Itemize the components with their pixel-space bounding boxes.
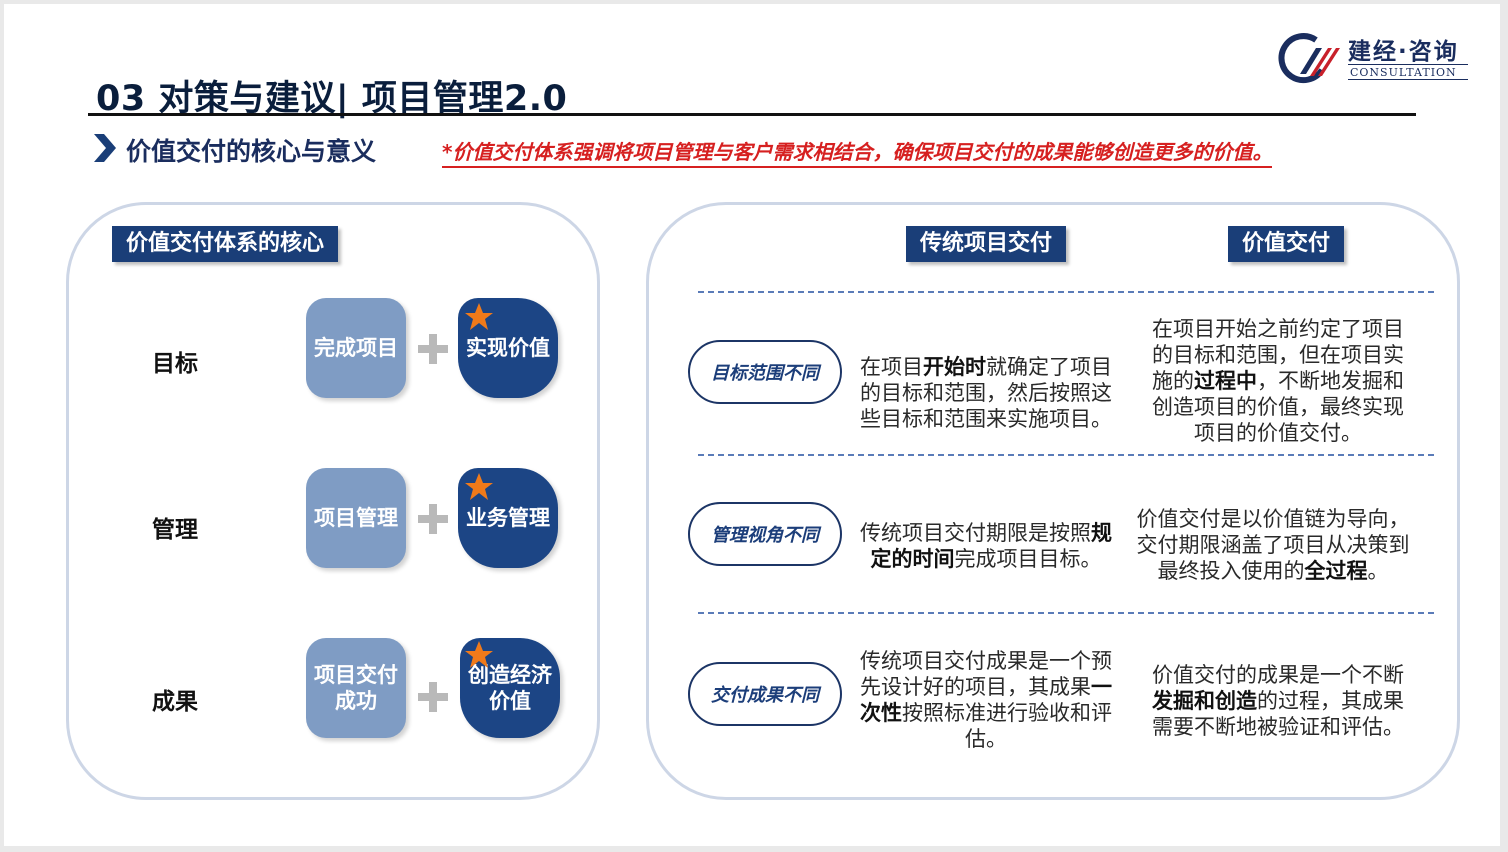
value-text-result: 价值交付的成果是一个不断发掘和创造的过程，其成果需要不断地被验证和评估。 [1152,663,1404,739]
plus-icon [418,682,448,712]
section-subtitle: 价值交付的核心与意义 [126,137,377,166]
base-box-goal: 完成项目 [306,298,406,398]
core-panel-tag: 价值交付体系的核心 [112,226,339,262]
plus-icon [418,334,448,364]
row-label-goal: 目标 [152,351,198,377]
traditional-text-scope: 在项目开始时就确定了项目的目标和范围，然后按照这些目标和范围来实施项目。 [860,355,1112,431]
aspect-pill-management: 管理视角不同 [688,502,842,566]
company-logo: 建经·咨询 CONSULTATION [1276,30,1476,88]
base-box-management: 项目管理 [306,468,406,568]
logo-text-cn: 建经·咨询 [1348,39,1459,65]
slide: 03 对策与建议| 项目管理2.0 建经·咨询 CONSULTATION 价值交… [4,4,1500,846]
column-header-traditional: 传统项目交付 [906,226,1067,262]
star-icon [465,641,493,668]
logo-mark [1278,33,1340,84]
row-label-result: 成果 [152,689,198,715]
aspect-pill-result: 交付成果不同 [688,662,842,726]
row-divider [698,454,1434,456]
row-divider [698,291,1434,293]
traditional-text-result: 传统项目交付成果是一个预先设计好的项目，其成果一次性按照标准进行验收和评估。 [860,649,1112,751]
chevron-right-icon [94,134,116,162]
value-text-scope: 在项目开始之前约定了项目的目标和范围，但在项目实施的过程中，不断地发掘和创造项目… [1152,317,1404,445]
value-text-management: 价值交付是以价值链为导向，交付期限涵盖了项目从决策到最终投入使用的全过程。 [1136,507,1410,583]
logo-text-en: CONSULTATION [1348,64,1468,80]
row-label-management: 管理 [152,517,198,543]
aspect-pill-scope: 目标范围不同 [688,340,842,404]
base-box-result: 项目交付成功 [306,638,406,738]
star-icon [465,303,493,330]
row-divider [698,612,1434,614]
highlight-note: *价值交付体系强调将项目管理与客户需求相结合，确保项目交付的成果能够创造更多的价… [442,136,1273,168]
title-divider [88,113,1416,116]
star-icon [465,473,493,500]
traditional-text-management: 传统项目交付期限是按照规定的时间完成项目目标。 [860,521,1112,571]
column-header-value: 价值交付 [1228,226,1345,262]
plus-icon [418,504,448,534]
